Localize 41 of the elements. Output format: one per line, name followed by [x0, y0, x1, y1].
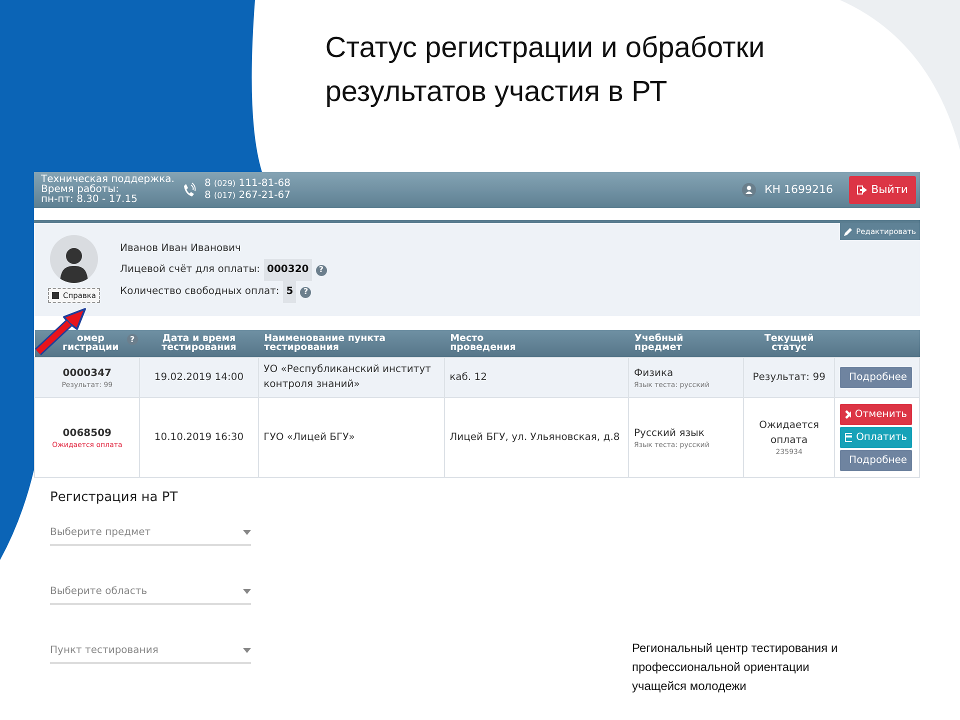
select-field[interactable]: Выберите область	[50, 580, 251, 605]
column-header: Наименование пункта тестирования	[264, 334, 386, 352]
logout-button[interactable]: Выйти	[849, 176, 916, 204]
column-header: Место проведения	[450, 334, 516, 352]
help-icon: ?	[126, 334, 138, 346]
status-text: Результат: 99	[752, 370, 826, 384]
help-icon: ?	[316, 264, 327, 276]
testing-point: УО «Республиканский институт контроля знаний»	[264, 364, 431, 390]
column-header: Учебный предмет	[634, 334, 684, 352]
organization-name: Региональный центр тестирования и профессиональной ориентации учащейся молодежи	[632, 640, 838, 695]
cancel-button[interactable]: Отменить	[840, 404, 912, 424]
details-button[interactable]: Подробнее	[840, 366, 912, 388]
person-name: Иванов Иван Иванович	[120, 242, 242, 256]
column-header: Текущий статус	[764, 334, 814, 352]
date-time: 10.10.2019 16:30	[154, 432, 244, 442]
status-text: Ожидается оплата	[758, 419, 820, 448]
support-hours-text: Техническая поддержка. Время работы: пн-пт: 8.30 - 17.15	[41, 175, 174, 205]
pay-button[interactable]: Оплатить	[840, 426, 912, 448]
field-value: 5	[283, 281, 296, 303]
subject-name: Русский язык	[634, 426, 706, 440]
column-header: Дата и время тестирования	[162, 334, 236, 352]
subject-name: Физика	[634, 366, 674, 380]
registration-number: 0068509	[62, 426, 113, 440]
phone-number: 8 (029) 111-81-68	[204, 178, 290, 190]
select-field[interactable]: Выберите предмет	[50, 521, 251, 546]
slide-title: Статус регистрации и обработки результатов участия в РТ	[325, 31, 765, 110]
help-icon: ?	[300, 286, 312, 298]
select-field[interactable]: Пункт тестирования	[50, 639, 251, 664]
registration-number: 0000347	[62, 366, 113, 380]
testing-place: каб. 12	[450, 372, 487, 382]
field-label: Количество свободных оплат:	[120, 285, 280, 299]
testing-place: Лицей БГУ, ул. Ульяновская, д.8	[450, 432, 620, 442]
testing-point: ГУО «Лицей БГУ»	[264, 432, 355, 442]
column-header: омер гистрации	[62, 334, 119, 352]
field-value: 000320	[264, 259, 312, 281]
date-time: 19.02.2019 14:00	[154, 372, 244, 382]
section-title: Регистрация на РТ	[50, 488, 179, 506]
field-label: Лицевой счёт для оплаты:	[120, 263, 260, 277]
details-button[interactable]: Подробнее	[840, 450, 912, 470]
phone-number: 8 (017) 267-21-67	[204, 190, 290, 202]
user-id: КН 1699216	[764, 182, 834, 198]
